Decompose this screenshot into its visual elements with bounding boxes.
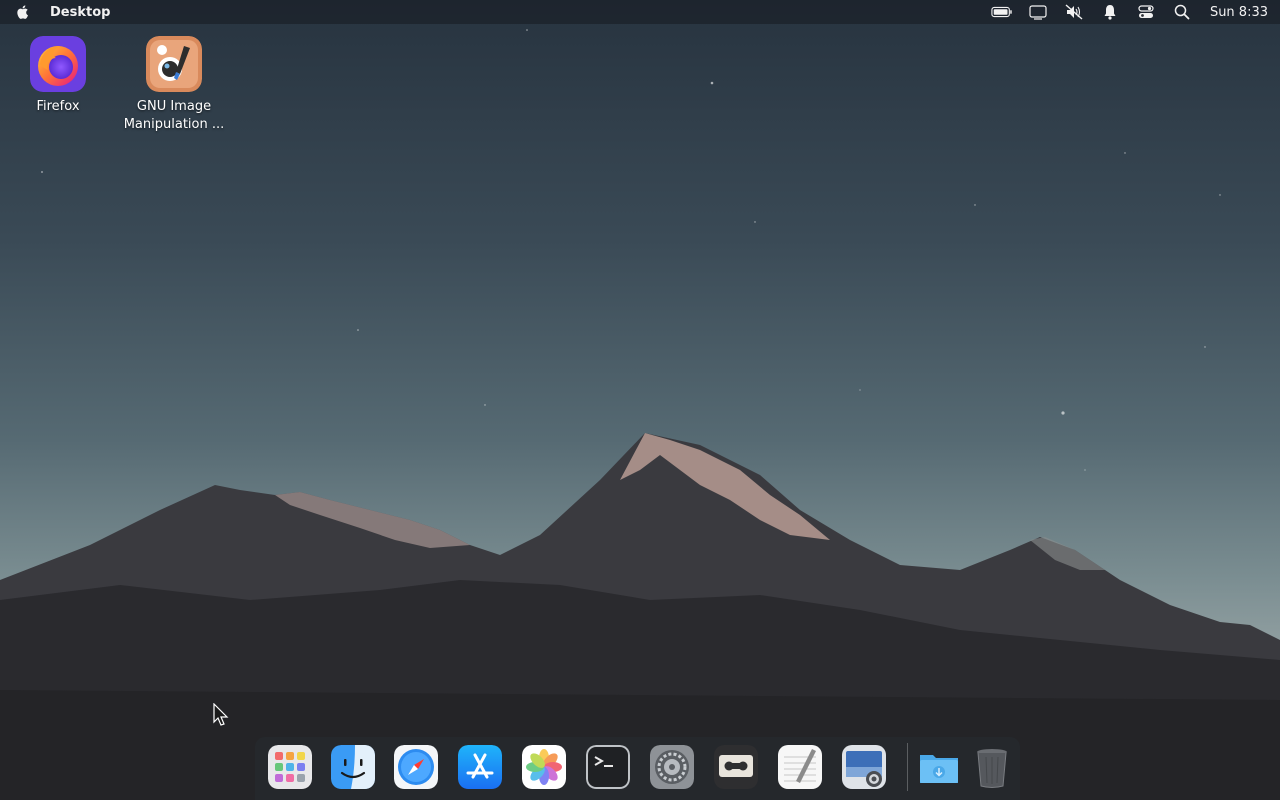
system-settings-icon[interactable]: [650, 745, 694, 789]
gimp-icon: [146, 36, 202, 92]
app-store-icon[interactable]: [458, 745, 502, 789]
terminal-icon[interactable]: [586, 745, 630, 789]
desktop-icon-label: Firefox: [36, 99, 80, 114]
downloads-folder-icon[interactable]: [917, 745, 961, 789]
desktop-icon-gimp[interactable]: GNU Image Manipulation ...: [119, 36, 229, 134]
menu-bar: Desktop Sun 8:33: [0, 0, 1280, 24]
desktop-icon-label: GNU Image Manipulation ...: [123, 99, 225, 132]
dock-separator: [907, 743, 908, 791]
battery-icon[interactable]: [991, 3, 1013, 21]
safari-icon[interactable]: [394, 745, 438, 789]
volume-muted-icon[interactable]: [1063, 3, 1085, 21]
search-icon[interactable]: [1171, 3, 1193, 21]
dock: [255, 737, 1020, 800]
control-center-icon[interactable]: [1135, 3, 1157, 21]
tape-recorder-icon[interactable]: [714, 745, 758, 789]
firefox-icon: [30, 36, 86, 92]
apple-menu-icon[interactable]: [14, 3, 32, 21]
trash-icon[interactable]: [970, 745, 1014, 789]
active-app-name[interactable]: Desktop: [50, 5, 110, 20]
desktop-screen: Desktop Sun 8:33 Firefox GNU Image Manip…: [0, 0, 1280, 800]
screenshot-icon[interactable]: [842, 745, 886, 789]
notification-bell-icon[interactable]: [1099, 3, 1121, 21]
finder-icon[interactable]: [331, 745, 375, 789]
menu-bar-clock[interactable]: Sun 8:33: [1210, 5, 1268, 20]
photos-icon[interactable]: [522, 745, 566, 789]
text-editor-icon[interactable]: [778, 745, 822, 789]
launchpad-icon[interactable]: [268, 745, 312, 789]
mouse-cursor-icon: [213, 703, 229, 726]
display-icon[interactable]: [1027, 3, 1049, 21]
desktop-icon-firefox[interactable]: Firefox: [3, 36, 113, 116]
